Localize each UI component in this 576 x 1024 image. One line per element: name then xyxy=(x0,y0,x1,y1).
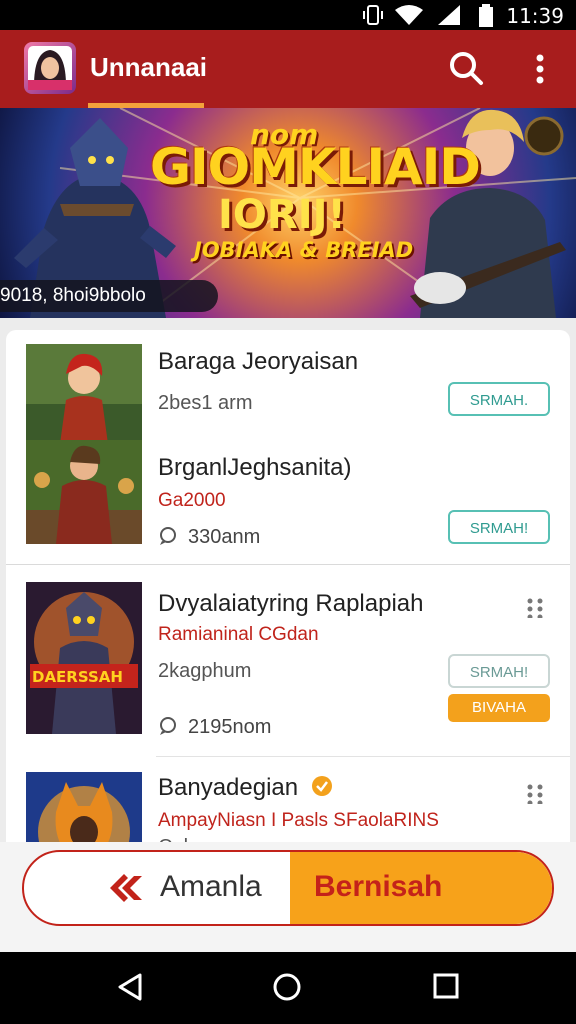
app-bar: Unnanaai xyxy=(0,30,576,108)
wifi-icon xyxy=(395,5,423,25)
chat-icon xyxy=(160,717,176,735)
button-label: BIVAHA xyxy=(472,699,526,716)
thumbnail-label: DAERSSAH xyxy=(32,668,123,686)
brand-logo-icon xyxy=(110,874,142,902)
banner-title: GIOMKLIAID xyxy=(150,138,481,196)
item-divider xyxy=(156,756,570,757)
list-item[interactable]: DAERSSAH Dvyalaiatyring Raplapiah Ramian… xyxy=(6,572,570,754)
buy-button[interactable]: BIVAHA xyxy=(448,694,550,722)
back-icon[interactable] xyxy=(116,972,144,1002)
primary-cta-button[interactable]: Bernisah xyxy=(290,852,552,924)
game-thumbnail xyxy=(26,440,142,544)
home-icon[interactable] xyxy=(272,972,302,1002)
item-meta: 2kagphum xyxy=(158,660,252,682)
cta-bar: Amanla Bernisah xyxy=(22,850,554,926)
item-title: BrganlJeghsanita) xyxy=(158,454,352,481)
item-tagline: Ramianinal CGdan xyxy=(158,624,319,645)
recents-icon[interactable] xyxy=(432,972,460,1000)
status-time: 11:39 xyxy=(506,4,564,28)
primary-cta-label: Bernisah xyxy=(314,870,443,903)
button-label: SRMAH! xyxy=(469,520,529,537)
avatar-portrait-icon xyxy=(28,46,72,90)
section-divider xyxy=(6,564,570,565)
game-thumbnail: DAERSSAH xyxy=(26,582,142,734)
hero-art-icon xyxy=(26,344,142,444)
vibrate-icon xyxy=(363,5,383,25)
search-icon[interactable] xyxy=(448,50,484,86)
chat-icon xyxy=(160,527,176,545)
banner-caption-text: 9018, 8hoi9bbolo xyxy=(0,285,146,306)
drag-handle-icon[interactable] xyxy=(524,782,546,804)
item-title-text: Banyadegian xyxy=(158,774,299,801)
promo-banner[interactable]: nom GIOMKLIAID IORIJ! JOBIAKA & BREIAD 9… xyxy=(0,108,576,318)
secondary-cta-button[interactable]: Amanla xyxy=(24,852,290,924)
item-count: 2195nom xyxy=(158,716,271,739)
system-nav-bar xyxy=(0,952,576,1024)
item-meta: 2bes1 arm xyxy=(158,392,253,414)
signal-icon xyxy=(438,5,460,25)
item-title: Baraga Jeoryaisan xyxy=(158,348,359,375)
list-item[interactable]: BrganlJeghsanita) Gа2000 330anm SRMAH! xyxy=(6,438,570,556)
game-thumbnail xyxy=(26,344,142,444)
battery-icon xyxy=(479,4,493,27)
item-tagline: AmpayNiasn I Pasls SFaolaRINS xyxy=(158,810,439,831)
verified-badge-icon xyxy=(311,776,332,796)
more-options-icon[interactable] xyxy=(528,52,552,86)
hero-art-icon xyxy=(26,440,142,544)
button-label: SRMAH. xyxy=(469,392,529,409)
avatar[interactable] xyxy=(24,42,76,94)
install-button[interactable]: SRMAH! xyxy=(448,510,550,544)
item-title: Banyadegian xyxy=(158,774,333,802)
status-bar: 11:39 xyxy=(0,0,576,30)
banner-tagline: JOBIAKA & BREIAD xyxy=(194,238,414,262)
item-count: 330anm xyxy=(158,526,260,549)
item-tagline: Gа2000 xyxy=(158,490,226,511)
button-label: SRMAH! xyxy=(469,664,529,681)
secondary-cta-label: Amanla xyxy=(160,870,262,903)
count-value: 330anm xyxy=(188,526,261,548)
banner-caption: 9018, 8hoi9bbolo xyxy=(0,280,218,312)
install-button[interactable]: SRMAH! xyxy=(448,654,550,688)
app-title: Unnanaai xyxy=(90,52,208,82)
banner-subtitle: IORIJ! xyxy=(218,192,346,238)
drag-handle-icon[interactable] xyxy=(524,596,546,618)
list-item[interactable]: Baraga Jeoryaisan 2bes1 arm SRMAH. xyxy=(6,330,570,444)
count-value: 2195nom xyxy=(188,716,272,738)
item-title: Dvyalaiatyring Raplapiah xyxy=(158,590,424,617)
robot-art-icon xyxy=(26,582,142,734)
install-button[interactable]: SRMAH. xyxy=(448,382,550,416)
